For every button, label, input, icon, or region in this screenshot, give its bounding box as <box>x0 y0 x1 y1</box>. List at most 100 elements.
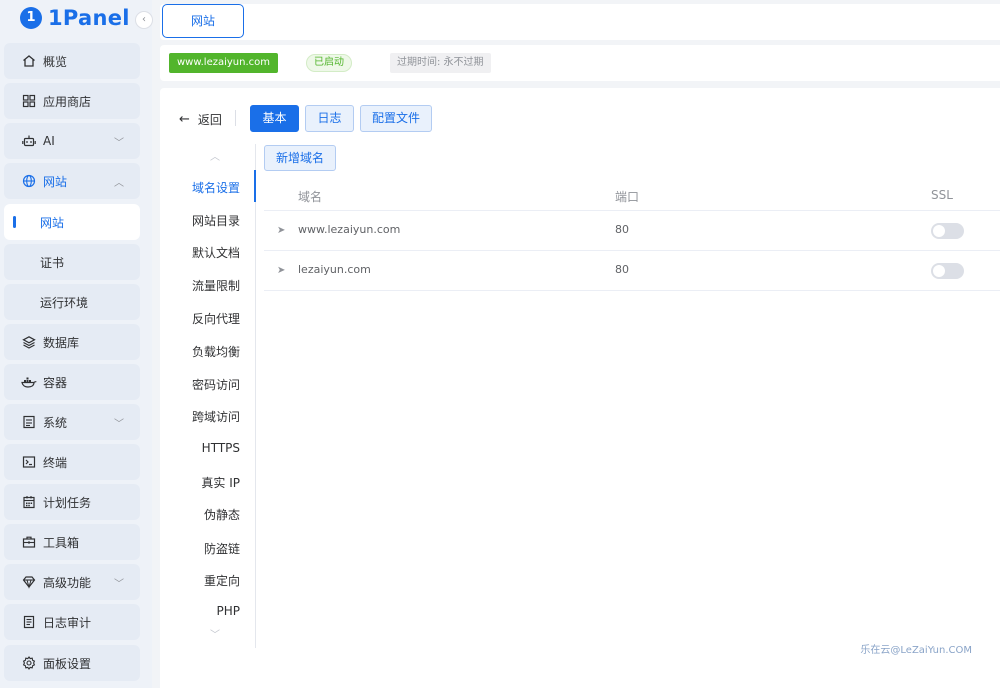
sidebar-item-label: 概览 <box>43 54 68 69</box>
settings-subnav: ︿ 域名设置 网站目录 默认文档 流量限制 反向代理 负载均衡 密码访问 跨域访… <box>160 144 256 648</box>
divider <box>235 110 236 126</box>
ssl-toggle[interactable] <box>931 223 964 239</box>
logo-text: 1Panel <box>48 6 130 30</box>
subnav-item-site-directory[interactable]: 网站目录 <box>192 212 240 229</box>
sidebar-item-cron[interactable]: 计划任务 <box>4 484 140 520</box>
column-header-domain: 域名 <box>298 190 323 204</box>
subnav-item-https[interactable]: HTTPS <box>202 441 240 455</box>
logo-icon <box>20 7 42 29</box>
sidebar-item-label: 应用商店 <box>43 94 92 109</box>
sidebar-item-terminal[interactable]: 终端 <box>4 444 140 480</box>
subnav-item-reverse-proxy[interactable]: 反向代理 <box>192 310 240 327</box>
sidebar-subitem-runtime[interactable]: 运行环境 <box>4 284 140 320</box>
subnav-item-default-doc[interactable]: 默认文档 <box>192 244 240 261</box>
table-row: ➤ lezaiyun.com 80 <box>264 250 1000 290</box>
arrow-left-icon: ← <box>179 112 190 127</box>
subnav-item-rate-limit[interactable]: 流量限制 <box>192 277 240 294</box>
sidebar-item-label: 计划任务 <box>43 495 92 510</box>
chevron-down-icon: ﹀ <box>114 579 124 590</box>
domain-cell: lezaiyun.com <box>298 263 371 276</box>
chevron-down-icon: ﹀ <box>114 138 124 149</box>
subnav-item-hotlink[interactable]: 防盗链 <box>204 540 240 557</box>
send-icon: ➤ <box>277 265 286 276</box>
settings-icon <box>21 655 37 671</box>
sidebar-item-database[interactable]: 数据库 <box>4 324 140 360</box>
subnav-item-cors[interactable]: 跨域访问 <box>192 408 240 425</box>
chevron-down-icon: ﹀ <box>114 419 124 430</box>
terminal-icon <box>21 454 37 470</box>
sidebar-item-app-store[interactable]: 应用商店 <box>4 83 140 119</box>
tab-log[interactable]: 日志 <box>305 105 354 132</box>
sidebar-item-log-audit[interactable]: 日志审计 <box>4 604 140 640</box>
expire-tag: 过期时间: 永不过期 <box>390 53 491 73</box>
website-info-bar: www.lezaiyun.com 已启动 过期时间: 永不过期 <box>160 45 1000 81</box>
toolbox-icon <box>21 534 37 550</box>
tab-basic[interactable]: 基本 <box>250 105 299 132</box>
subnav-item-domain[interactable]: 域名设置 <box>192 179 240 196</box>
layers-icon <box>21 334 37 350</box>
sidebar-collapse-button[interactable]: ‹ <box>135 11 153 29</box>
sidebar: 1Panel ‹ 概览 应用商店 AI ﹀ 网站 ︿ 网站 证书 运行环境 <box>0 0 153 688</box>
robot-icon <box>21 133 37 149</box>
chevron-up-icon: ︿ <box>114 178 124 189</box>
sidebar-item-system[interactable]: 系统 ﹀ <box>4 404 140 440</box>
sidebar-item-panel-settings[interactable]: 面板设置 <box>4 645 140 681</box>
port-cell: 80 <box>615 263 629 276</box>
website-config-panel: ← 返回 基本 日志 配置文件 ︿ 域名设置 网站目录 默认文档 流量限制 反向… <box>160 88 1000 688</box>
sidebar-item-toolbox[interactable]: 工具箱 <box>4 524 140 560</box>
sidebar-item-advanced[interactable]: 高级功能 ﹀ <box>4 564 140 600</box>
table-row: ➤ www.lezaiyun.com 80 <box>264 210 1000 250</box>
home-icon <box>21 53 37 69</box>
port-cell: 80 <box>615 223 629 236</box>
sidebar-item-label: 证书 <box>40 255 65 270</box>
sidebar-item-label: 容器 <box>43 375 68 390</box>
scroll-up-icon[interactable]: ︿ <box>210 148 220 163</box>
sidebar-item-website[interactable]: 网站 ︿ <box>4 163 140 199</box>
sidebar-item-label: 日志审计 <box>43 615 92 630</box>
scroll-down-icon[interactable]: ﹀ <box>210 626 220 641</box>
back-label: 返回 <box>197 113 222 127</box>
domain-cell: www.lezaiyun.com <box>298 223 401 236</box>
sidebar-item-overview[interactable]: 概览 <box>4 43 140 79</box>
sidebar-item-label: 工具箱 <box>43 535 80 550</box>
column-header-ssl: SSL <box>931 188 953 202</box>
divider <box>264 290 1000 291</box>
system-icon <box>21 414 37 430</box>
ssl-toggle[interactable] <box>931 263 964 279</box>
calendar-icon <box>21 494 37 510</box>
diamond-icon <box>21 574 37 590</box>
tab-config-file[interactable]: 配置文件 <box>360 105 432 132</box>
active-indicator <box>254 170 256 202</box>
app-logo[interactable]: 1Panel <box>20 5 130 31</box>
subnav-item-real-ip[interactable]: 真实 IP <box>201 474 240 491</box>
subnav-item-php[interactable]: PHP <box>217 604 241 618</box>
sidebar-item-label: AI <box>43 134 55 148</box>
column-header-port: 端口 <box>615 190 640 204</box>
sidebar-item-label: 运行环境 <box>40 295 89 310</box>
sidebar-item-label: 高级功能 <box>43 575 92 590</box>
add-domain-button[interactable]: 新增域名 <box>264 145 336 171</box>
sidebar-item-label: 数据库 <box>43 335 80 350</box>
sidebar-item-label: 系统 <box>43 415 68 430</box>
status-badge: 已启动 <box>306 54 352 72</box>
subnav-item-password-access[interactable]: 密码访问 <box>192 376 240 393</box>
subnav-item-redirect[interactable]: 重定向 <box>204 572 240 589</box>
subnav-item-load-balance[interactable]: 负载均衡 <box>192 343 240 360</box>
sidebar-item-label: 网站 <box>40 215 65 230</box>
log-icon <box>21 614 37 630</box>
tab-bar: 网站 <box>160 4 1000 40</box>
subnav-item-rewrite[interactable]: 伪静态 <box>204 506 240 523</box>
grid-icon <box>21 93 37 109</box>
sidebar-subitem-certificate[interactable]: 证书 <box>4 244 140 280</box>
watermark: 乐在云@LeZaiYun.COM <box>860 645 972 656</box>
sidebar-subitem-website[interactable]: 网站 <box>4 204 140 240</box>
sidebar-item-label: 面板设置 <box>43 656 92 671</box>
sidebar-item-label: 终端 <box>43 455 68 470</box>
sidebar-item-ai[interactable]: AI ﹀ <box>4 123 140 159</box>
docker-icon <box>21 374 37 390</box>
tab-website[interactable]: 网站 <box>162 4 244 38</box>
sidebar-item-container[interactable]: 容器 <box>4 364 140 400</box>
globe-icon <box>21 173 37 189</box>
send-icon: ➤ <box>277 225 286 236</box>
back-button[interactable]: ← 返回 <box>179 111 222 128</box>
